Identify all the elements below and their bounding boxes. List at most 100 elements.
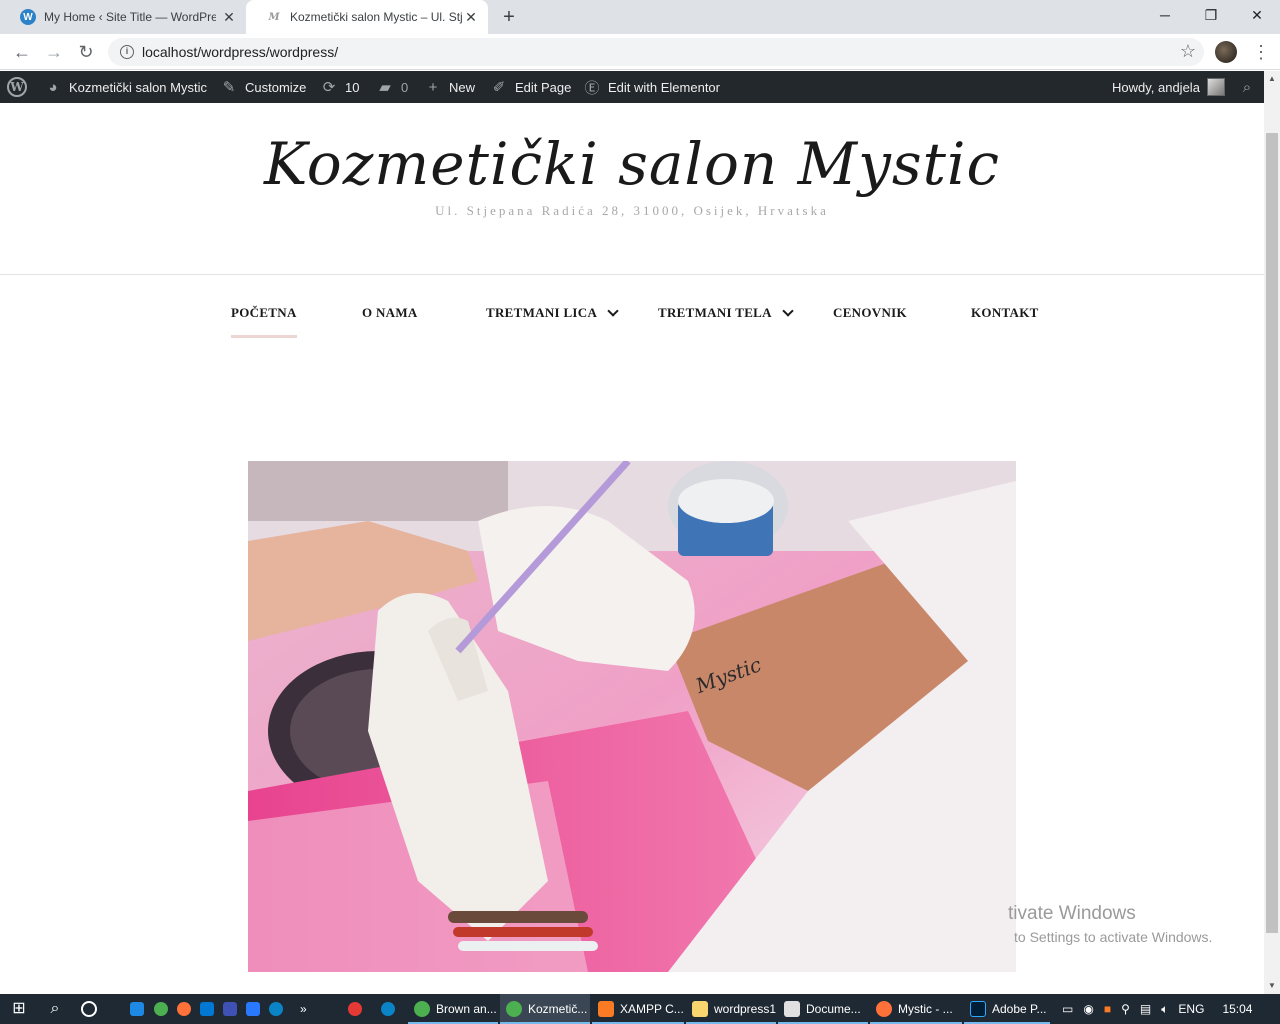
- taskbar-app-label: XAMPP C...: [620, 1002, 684, 1016]
- pinned-app-icon[interactable]: [130, 1002, 144, 1016]
- main-navigation: POČETNA O NAMA TRETMANI LICA TRETMANI TE…: [0, 305, 1264, 345]
- reload-icon[interactable]: ↻: [74, 40, 98, 64]
- tab-kozmeticki-salon[interactable]: M Kozmetički salon Mystic – Ul. Stjepana…: [246, 0, 488, 34]
- customize-link[interactable]: ✎ Customize: [220, 71, 307, 103]
- restore-icon[interactable]: ❐: [1188, 0, 1234, 30]
- network-icon[interactable]: ▤: [1140, 1002, 1151, 1016]
- wordpress-favicon-icon: W: [20, 9, 36, 25]
- page-scrollbar[interactable]: ▲ ▼: [1264, 71, 1280, 994]
- manicure-photo: Mystic: [248, 461, 1016, 972]
- nav-item-o-nama[interactable]: O NAMA: [362, 305, 418, 321]
- windows-start-icon[interactable]: ⊞: [10, 1000, 28, 1018]
- nav-item-kontakt[interactable]: KONTAKT: [971, 305, 1039, 321]
- taskbar-app-folder[interactable]: wordpress1: [686, 994, 776, 1024]
- tray-app-icon[interactable]: ⚲: [1121, 1002, 1130, 1016]
- minimize-icon[interactable]: ─: [1142, 0, 1188, 30]
- calculator-icon[interactable]: [223, 1002, 237, 1016]
- taskbar-app-chrome-2[interactable]: Kozmetič...: [500, 994, 590, 1024]
- taskbar-app-documents[interactable]: Docume...: [778, 994, 868, 1024]
- watermark-line1: tivate Windows: [1008, 903, 1136, 924]
- bs-icon[interactable]: [246, 1002, 260, 1016]
- comments-link[interactable]: ▰ 0: [376, 71, 408, 103]
- taskbar-app-label: wordpress1: [714, 1002, 777, 1016]
- folder-icon: [692, 1001, 708, 1017]
- site-name-label: Kozmetički salon Mystic: [69, 79, 207, 95]
- window-close-icon[interactable]: ✕: [1234, 0, 1280, 30]
- watermark-line2: to Settings to activate Windows.: [1014, 929, 1213, 945]
- forward-icon[interactable]: →: [42, 40, 66, 64]
- edge-icon[interactable]: [269, 1002, 283, 1016]
- elementor-icon: Ⓔ: [584, 79, 600, 97]
- outlook-icon[interactable]: [200, 1002, 214, 1016]
- new-content-link[interactable]: + New: [424, 71, 475, 103]
- taskbar-app-photoshop[interactable]: Adobe P...: [964, 994, 1050, 1024]
- edit-elementor-link[interactable]: Ⓔ Edit with Elementor: [583, 71, 720, 103]
- volume-icon[interactable]: 🔈︎: [1161, 1002, 1168, 1017]
- url-text[interactable]: localhost/wordpress/wordpress/: [142, 44, 338, 60]
- wordpress-logo-icon: W: [7, 77, 27, 97]
- overflow-chevron-icon[interactable]: »: [300, 1000, 318, 1018]
- search-icon[interactable]: ⌕: [46, 1000, 64, 1018]
- pencil-icon: ✐: [492, 79, 506, 96]
- taskbar-app-chrome-1[interactable]: Brown an...: [408, 994, 498, 1024]
- xampp-icon: [598, 1001, 614, 1017]
- nav-item-tretmani-tela[interactable]: TRETMANI TELA: [658, 305, 794, 321]
- taskbar-app-label: Adobe P...: [992, 1002, 1047, 1016]
- site-name-link[interactable]: ◕ Kozmetički salon Mystic: [44, 71, 207, 103]
- info-icon[interactable]: i: [120, 45, 134, 59]
- nav-label: TRETMANI LICA: [486, 305, 598, 320]
- back-icon[interactable]: ←: [10, 40, 34, 64]
- my-account-link[interactable]: Howdy, andjela: [1112, 71, 1225, 103]
- network-app-icon[interactable]: ◉: [1083, 1002, 1093, 1016]
- close-tab-icon[interactable]: ✕: [464, 10, 478, 24]
- chrome-icon[interactable]: [154, 1002, 168, 1016]
- edit-elementor-label: Edit with Elementor: [608, 79, 720, 95]
- photoshop-icon: [970, 1001, 986, 1017]
- comment-icon: ▰: [379, 79, 391, 96]
- chrome-icon: [506, 1001, 522, 1017]
- wp-admin-bar: W ◕ Kozmetički salon Mystic ✎ Customize …: [0, 71, 1264, 103]
- system-tray: ▭ ◉ ■ ⚲ ▤ 🔈︎ ENG 15:04: [1062, 994, 1252, 1024]
- updates-link[interactable]: ⟳ 10: [320, 71, 360, 103]
- tab-my-home[interactable]: W My Home ‹ Site Title — WordPress ✕: [0, 0, 246, 34]
- search-button[interactable]: ⌕: [1238, 71, 1256, 103]
- nav-item-pocetna[interactable]: POČETNA: [231, 305, 297, 338]
- scroll-thumb[interactable]: [1266, 133, 1278, 933]
- browser-menu-icon[interactable]: ⋮: [1252, 40, 1270, 64]
- site-description: Ul. Stjepana Radića 28, 31000, Osijek, H…: [435, 203, 829, 218]
- browser-toolbar: ← → ↻ i localhost/wordpress/wordpress/ ☆: [0, 34, 1280, 70]
- updates-count: 10: [345, 79, 360, 95]
- nav-label: O NAMA: [362, 305, 418, 320]
- xampp-tray-icon[interactable]: ■: [1104, 1002, 1111, 1016]
- clock[interactable]: 15:04: [1222, 1002, 1252, 1016]
- taskbar-app-xampp[interactable]: XAMPP C...: [592, 994, 684, 1024]
- app-icon[interactable]: [348, 1002, 362, 1016]
- profile-avatar[interactable]: [1215, 41, 1237, 63]
- wp-logo-button[interactable]: W: [7, 71, 27, 103]
- howdy-label: Howdy, andjela: [1112, 79, 1200, 95]
- bookmark-star-icon[interactable]: ☆: [1180, 41, 1196, 62]
- language-indicator[interactable]: ENG: [1178, 1002, 1204, 1016]
- brush-icon: ✎: [222, 79, 236, 96]
- edit-page-link[interactable]: ✐ Edit Page: [490, 71, 572, 103]
- new-tab-icon[interactable]: +: [498, 6, 520, 28]
- scroll-up-icon[interactable]: ▲: [1264, 71, 1280, 87]
- header-divider: [0, 274, 1264, 275]
- windows-taskbar: ⊞ ⌕ » Brown an... Kozmetič... XAMPP C...…: [0, 994, 1280, 1024]
- nav-item-cenovnik[interactable]: CENOVNIK: [833, 305, 907, 321]
- scroll-down-icon[interactable]: ▼: [1264, 978, 1280, 994]
- site-title[interactable]: Kozmetički salon Mystic: [0, 130, 1264, 198]
- nav-label: KONTAKT: [971, 305, 1039, 320]
- close-tab-icon[interactable]: ✕: [222, 10, 236, 24]
- hero-image: Mystic: [248, 461, 1016, 972]
- cortana-icon[interactable]: [81, 1001, 97, 1017]
- meet-now-icon[interactable]: ▭: [1062, 1002, 1073, 1016]
- plus-icon: +: [428, 78, 438, 96]
- taskbar-app-firefox[interactable]: Mystic - ...: [870, 994, 962, 1024]
- taskbar-app-label: Kozmetič...: [528, 1002, 588, 1016]
- firefox-icon[interactable]: [177, 1002, 191, 1016]
- activate-windows-watermark: tivate Windows to Settings to activate W…: [1008, 903, 1212, 945]
- edge-icon[interactable]: [381, 1002, 395, 1016]
- address-bar[interactable]: i localhost/wordpress/wordpress/ ☆: [108, 38, 1204, 66]
- nav-item-tretmani-lica[interactable]: TRETMANI LICA: [486, 305, 619, 321]
